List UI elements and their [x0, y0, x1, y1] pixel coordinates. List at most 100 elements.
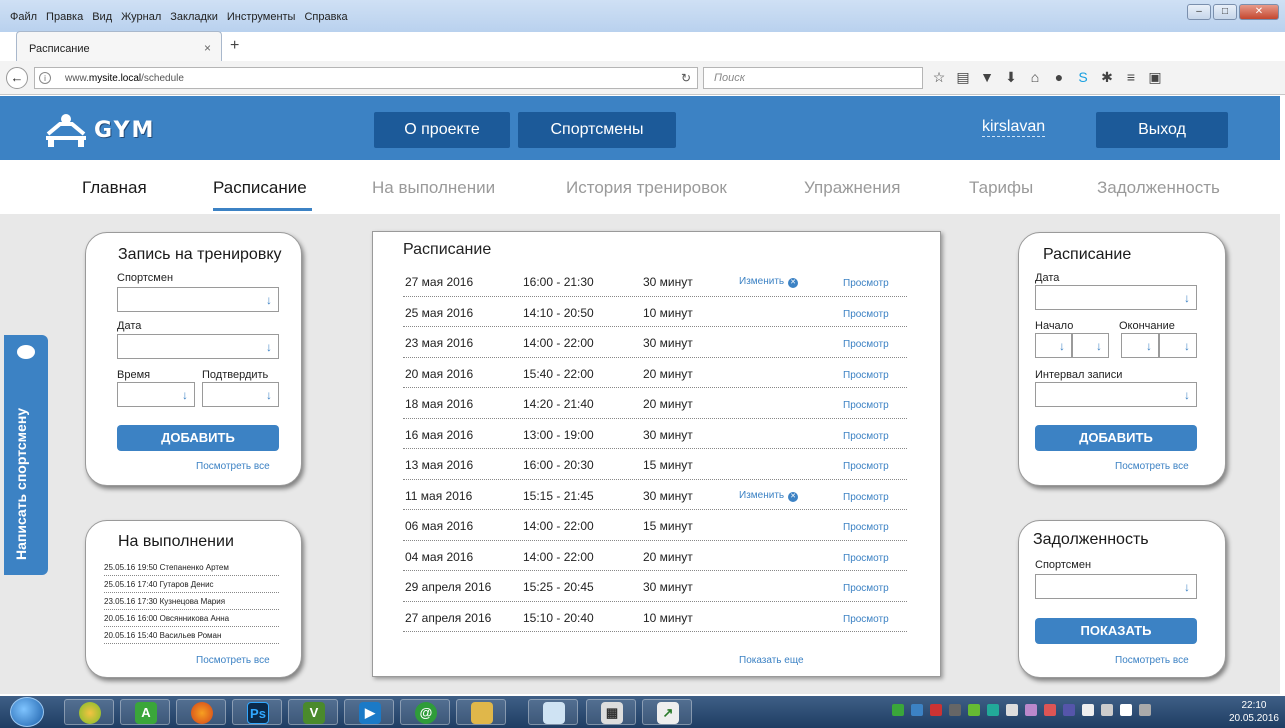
- end-minute-select[interactable]: ↓: [1159, 333, 1197, 358]
- menu-edit[interactable]: Правка: [46, 11, 83, 23]
- flag-icon[interactable]: [1101, 704, 1113, 716]
- list-item[interactable]: 25.05.16 19:50 Степаненко Артем: [104, 559, 279, 576]
- network-icon[interactable]: [1082, 704, 1094, 716]
- start-minute-select[interactable]: ↓: [1072, 333, 1109, 358]
- start-hour-select[interactable]: ↓: [1035, 333, 1072, 358]
- menu-history[interactable]: Журнал: [121, 11, 161, 23]
- tray-app-icon[interactable]: [1025, 704, 1037, 716]
- download-icon[interactable]: ⬇: [1004, 69, 1018, 86]
- view-link[interactable]: Просмотр: [843, 431, 889, 442]
- tray-app-icon[interactable]: [911, 704, 923, 716]
- hamburger-menu-icon[interactable]: ≡: [1124, 69, 1138, 86]
- menu-help[interactable]: Справка: [304, 11, 347, 23]
- tray-app-icon[interactable]: [892, 704, 904, 716]
- show-debt-button[interactable]: ПОКАЗАТЬ: [1035, 618, 1197, 644]
- system-clock[interactable]: 22:10 20.05.2016: [1229, 699, 1279, 725]
- view-link[interactable]: Просмотр: [843, 339, 889, 350]
- edit-link[interactable]: Изменить ✕: [739, 490, 799, 502]
- search-input[interactable]: Поиск: [703, 67, 923, 89]
- nav-item-tariffs[interactable]: Тарифы: [969, 178, 1033, 198]
- pocket-icon[interactable]: ▼: [980, 69, 994, 86]
- confirm-select[interactable]: ↓: [202, 382, 279, 407]
- menu-tools[interactable]: Инструменты: [227, 11, 296, 23]
- minimize-icon[interactable]: –: [1187, 4, 1211, 20]
- extension-icon[interactable]: ✱: [1100, 69, 1114, 86]
- maximize-icon[interactable]: □: [1213, 4, 1237, 20]
- nav-item-debt[interactable]: Задолженность: [1097, 178, 1220, 198]
- firefox-icon[interactable]: [176, 699, 226, 725]
- calculator-icon[interactable]: ▦: [586, 699, 636, 725]
- view-link[interactable]: Просмотр: [843, 522, 889, 533]
- remove-icon[interactable]: ✕: [788, 491, 799, 502]
- username-link[interactable]: kirslavan: [982, 118, 1046, 137]
- addon-icon[interactable]: ▣: [1148, 69, 1162, 86]
- logout-button[interactable]: Выход: [1096, 112, 1228, 148]
- start-button-icon[interactable]: [10, 697, 44, 727]
- taskbar-app-a[interactable]: A: [120, 699, 170, 725]
- taskbar-app-play[interactable]: ▶: [344, 699, 394, 725]
- view-all-link[interactable]: Посмотреть все: [196, 655, 270, 666]
- battery-icon[interactable]: [1139, 704, 1151, 716]
- home-icon[interactable]: ⌂: [1028, 69, 1042, 86]
- date-select[interactable]: ↓: [117, 334, 279, 359]
- tray-app-icon[interactable]: [987, 704, 999, 716]
- show-more-link[interactable]: Показать еще: [739, 655, 804, 666]
- view-link[interactable]: Просмотр: [843, 553, 889, 564]
- view-link[interactable]: Просмотр: [843, 583, 889, 594]
- view-link[interactable]: Просмотр: [843, 278, 889, 289]
- athlete-select[interactable]: ↓: [117, 287, 279, 312]
- taskbar-app-folder[interactable]: [456, 699, 506, 725]
- close-window-icon[interactable]: ✕: [1239, 4, 1279, 20]
- add-booking-button[interactable]: ДОБАВИТЬ: [117, 425, 279, 451]
- gym-logo[interactable]: GYM: [44, 112, 155, 148]
- menu-bookmarks[interactable]: Закладки: [170, 11, 218, 23]
- reload-icon[interactable]: ↻: [681, 71, 691, 85]
- remove-icon[interactable]: ✕: [788, 278, 799, 288]
- tray-app-icon[interactable]: [1006, 704, 1018, 716]
- photoshop-icon[interactable]: Ps: [232, 699, 282, 725]
- volume-icon[interactable]: [1120, 704, 1132, 716]
- view-link[interactable]: Просмотр: [843, 309, 889, 320]
- taskbar-app-notepad[interactable]: [528, 699, 578, 725]
- view-all-link[interactable]: Посмотреть все: [196, 461, 270, 472]
- list-item[interactable]: 20.05.16 15:40 Васильев Роман: [104, 627, 279, 644]
- add-schedule-button[interactable]: ДОБАВИТЬ: [1035, 425, 1197, 451]
- list-item[interactable]: 20.05.16 16:00 Овсянникова Анна: [104, 610, 279, 627]
- message-athlete-tab[interactable]: Написать спортсмену: [4, 335, 48, 575]
- nav-item-home[interactable]: Главная: [82, 178, 147, 198]
- about-button[interactable]: О проекте: [374, 112, 510, 148]
- athlete-select[interactable]: ↓: [1035, 574, 1197, 599]
- address-bar[interactable]: i www.mysite.local/schedule ↻: [34, 67, 698, 89]
- taskbar-app-orange[interactable]: [64, 699, 114, 725]
- view-link[interactable]: Просмотр: [843, 400, 889, 411]
- bookmark-star-icon[interactable]: ☆: [932, 69, 946, 86]
- reading-list-icon[interactable]: ▤: [956, 69, 970, 86]
- mail-at-icon[interactable]: @: [400, 699, 450, 725]
- list-item[interactable]: 23.05.16 17:30 Кузнецова Мария: [104, 593, 279, 610]
- browser-tab[interactable]: Расписание ×: [16, 31, 222, 61]
- edit-link[interactable]: Изменить ✕: [739, 276, 799, 288]
- chat-icon[interactable]: ●: [1052, 69, 1066, 86]
- athletes-button[interactable]: Спортсмены: [518, 112, 676, 148]
- view-link[interactable]: Просмотр: [843, 614, 889, 625]
- view-link[interactable]: Просмотр: [843, 370, 889, 381]
- back-arrow-icon[interactable]: ←: [6, 67, 28, 89]
- taskbar-app-green[interactable]: V: [288, 699, 338, 725]
- new-tab-icon[interactable]: +: [230, 37, 239, 55]
- info-icon[interactable]: i: [39, 72, 51, 84]
- nav-item-schedule[interactable]: Расписание: [213, 178, 307, 198]
- time-select[interactable]: ↓: [117, 382, 195, 407]
- nav-item-history[interactable]: История тренировок: [566, 178, 727, 198]
- menu-file[interactable]: Файл: [10, 11, 37, 23]
- interval-select[interactable]: ↓: [1035, 382, 1197, 407]
- view-link[interactable]: Просмотр: [843, 461, 889, 472]
- tray-app-icon[interactable]: [968, 704, 980, 716]
- close-tab-icon[interactable]: ×: [204, 41, 211, 55]
- nav-item-in-progress[interactable]: На выполнении: [372, 178, 495, 198]
- list-item[interactable]: 25.05.16 17:40 Гутаров Денис: [104, 576, 279, 593]
- tray-app-icon[interactable]: [1063, 704, 1075, 716]
- view-all-link[interactable]: Посмотреть все: [1115, 655, 1189, 666]
- menu-view[interactable]: Вид: [92, 11, 112, 23]
- nav-item-exercises[interactable]: Упражнения: [804, 178, 900, 198]
- tray-app-icon[interactable]: [1044, 704, 1056, 716]
